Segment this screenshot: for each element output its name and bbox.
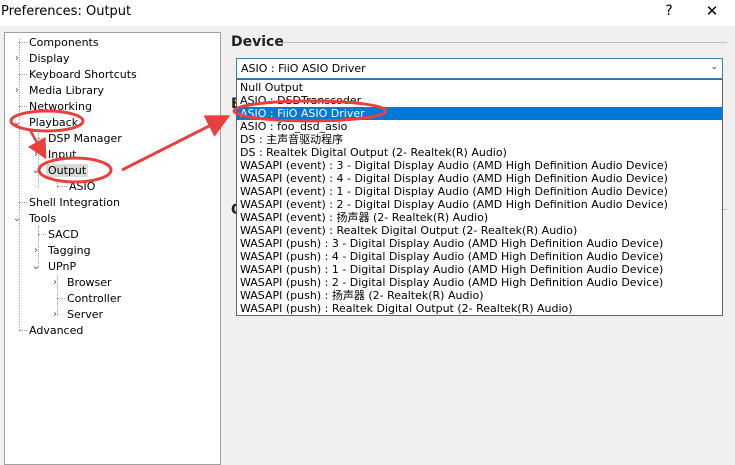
collapse-arrow-icon[interactable]: ⌄ [30, 163, 42, 179]
device-option[interactable]: DS : Realtek Digital Output (2- Realtek(… [237, 146, 722, 159]
expand-arrow-icon[interactable]: › [11, 83, 23, 99]
device-option[interactable]: WASAPI (event) : 3 - Digital Display Aud… [237, 159, 722, 172]
device-option[interactable]: WASAPI (event) : 2 - Digital Display Aud… [237, 198, 722, 211]
device-option[interactable]: WASAPI (push) : 1 - Digital Display Audi… [237, 263, 722, 276]
tree-item-label: UPnP [48, 260, 77, 273]
device-option[interactable]: WASAPI (push) : 扬声器 (2- Realtek(R) Audio… [237, 289, 722, 302]
device-dropdown-value: ASIO : FiiO ASIO Driver [241, 62, 366, 75]
device-option[interactable]: WASAPI (push) : 2 - Digital Display Audi… [237, 276, 722, 289]
tree-item-label: Tagging [48, 244, 91, 257]
tree-branch [19, 202, 27, 203]
tree-branch [38, 138, 46, 139]
device-option[interactable]: ASIO : DSDTranscoder [237, 94, 722, 107]
window-title: Preferences: Output [1, 4, 132, 19]
tree-item-keyboard-shortcuts[interactable]: Keyboard Shortcuts [27, 67, 139, 83]
tree-item-controller[interactable]: Controller [65, 291, 123, 307]
tree-item-components[interactable]: Components [27, 35, 101, 51]
expand-arrow-icon[interactable]: › [49, 275, 61, 291]
tree-branch [19, 106, 27, 107]
device-option-selected[interactable]: ASIO : FiiO ASIO Driver [237, 107, 722, 120]
tree-item-label: Input [48, 148, 77, 161]
device-option[interactable]: DS : 主声音驱动程序 [237, 133, 722, 146]
tree-item-label: Shell Integration [29, 196, 120, 209]
expand-arrow-icon[interactable]: › [49, 307, 61, 323]
tree-item-input[interactable]: › Input [34, 147, 78, 163]
tree-item-tagging[interactable]: › Tagging [34, 243, 93, 259]
tree-item-browser[interactable]: › Browser [53, 275, 114, 291]
tree-item-sacd[interactable]: SACD [46, 227, 81, 243]
tree-item-upnp[interactable]: ⌄ UPnP [32, 259, 78, 275]
tree-branch [19, 74, 27, 75]
tree-item-playback[interactable]: ⌄ Playback [13, 115, 80, 131]
section-divider [283, 42, 727, 43]
tree-branch [19, 42, 27, 43]
chevron-down-icon[interactable]: ⌄ [710, 62, 718, 72]
tree-item-display[interactable]: › Display [15, 51, 72, 67]
tree-item-label: Tools [29, 212, 57, 225]
tree-item-server[interactable]: › Server [53, 307, 105, 323]
close-button[interactable]: ✕ [704, 2, 720, 20]
tree-item-label: Networking [29, 100, 92, 113]
tree-item-advanced[interactable]: Advanced [27, 323, 85, 339]
tree-item-networking[interactable]: Networking [27, 99, 94, 115]
tree-item-label: ASIO [69, 180, 96, 193]
device-option[interactable]: WASAPI (event) : Realtek Digital Output … [237, 224, 722, 237]
tree-item-output[interactable]: ⌄ Output [32, 163, 89, 179]
tree-item-label: Playback [29, 116, 79, 129]
tree-item-dsp-manager[interactable]: DSP Manager [46, 131, 124, 147]
tree-item-label: Display [29, 52, 70, 65]
collapse-arrow-icon[interactable]: ⌄ [11, 115, 23, 131]
device-option[interactable]: WASAPI (push) : 3 - Digital Display Audi… [237, 237, 722, 250]
device-option[interactable]: WASAPI (push) : 4 - Digital Display Audi… [237, 250, 722, 263]
tree-item-label: DSP Manager [48, 132, 122, 145]
tree-item-tools[interactable]: ⌄ Tools [13, 211, 58, 227]
tree-branch [38, 234, 46, 235]
device-option[interactable]: WASAPI (event) : 扬声器 (2- Realtek(R) Audi… [237, 211, 722, 224]
expand-arrow-icon[interactable]: › [30, 243, 42, 259]
tree-item-asio[interactable]: ASIO [67, 179, 97, 195]
tree-item-label: SACD [48, 228, 79, 241]
expand-arrow-icon[interactable]: › [11, 51, 23, 67]
collapse-arrow-icon[interactable]: ⌄ [11, 211, 23, 227]
tree-item-label: Media Library [29, 84, 104, 97]
tree-item-label: Controller [67, 292, 122, 305]
preferences-tree[interactable]: Components › Display Keyboard Shortcuts … [4, 32, 221, 465]
device-option[interactable]: WASAPI (event) : 4 - Digital Display Aud… [237, 172, 722, 185]
title-bar: Preferences: Output ? ✕ [0, 0, 735, 26]
tree-branch [57, 298, 65, 299]
tree-item-label: Output [46, 164, 89, 177]
tree-item-shell-integration[interactable]: Shell Integration [27, 195, 122, 211]
help-button[interactable]: ? [662, 3, 676, 19]
device-option[interactable]: Null Output [237, 81, 722, 94]
device-options-list[interactable]: Null Output ASIO : DSDTranscoder ASIO : … [236, 79, 723, 316]
tree-item-media-library[interactable]: › Media Library [15, 83, 106, 99]
device-dropdown[interactable]: ASIO : FiiO ASIO Driver ⌄ [236, 58, 723, 79]
collapse-arrow-icon[interactable]: ⌄ [30, 259, 42, 275]
tree-item-label: Advanced [29, 324, 84, 337]
device-option[interactable]: WASAPI (push) : Realtek Digital Output (… [237, 302, 722, 315]
device-section-title: Device [231, 34, 284, 50]
tree-item-label: Browser [67, 276, 112, 289]
expand-arrow-icon[interactable]: › [30, 147, 42, 163]
device-option[interactable]: WASAPI (event) : 1 - Digital Display Aud… [237, 185, 722, 198]
tree-branch [19, 330, 27, 331]
tree-item-label: Server [67, 308, 104, 321]
device-option[interactable]: ASIO : foo_dsd_asio [237, 120, 722, 133]
tree-branch [57, 186, 67, 187]
tree-item-label: Keyboard Shortcuts [29, 68, 137, 81]
tree-item-label: Components [29, 36, 99, 49]
